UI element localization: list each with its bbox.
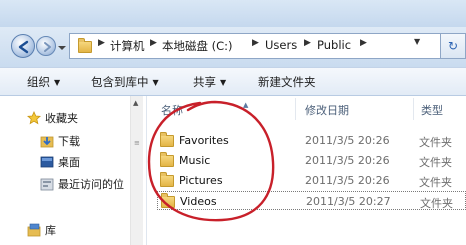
caret-down-icon: ▼ <box>152 78 159 87</box>
file-type: 文件夹 <box>419 136 452 149</box>
star-icon <box>27 111 41 125</box>
nav-item-label: 最近访问的位 <box>58 178 124 191</box>
nav-scrollbar[interactable]: ▲ ≡ <box>130 96 143 245</box>
file-name: Favorites <box>179 134 229 147</box>
arrow-right-icon <box>44 42 51 52</box>
scroll-up-icon[interactable]: ▲ <box>133 99 138 107</box>
file-date: 2011/3/5 20:26 <box>305 154 390 167</box>
file-type: 文件夹 <box>419 156 452 169</box>
downloads-folder-icon <box>40 136 54 148</box>
column-divider[interactable] <box>295 98 296 120</box>
forward-button[interactable] <box>36 36 56 56</box>
caret-down-icon: ▼ <box>54 78 61 87</box>
desktop-icon <box>40 156 54 168</box>
file-list-pane: 名称 ▲ 修改日期 类型 Favorites 2011/3/5 20:26 文件夹… <box>147 96 466 245</box>
scroll-grip-icon[interactable]: ≡ <box>134 140 140 148</box>
crumb-local-disk[interactable]: 本地磁盘 (C:) <box>162 38 233 54</box>
organize-label: 组织 <box>27 75 50 89</box>
nav-item-label: 下载 <box>58 135 80 148</box>
file-date: 2011/3/5 20:26 <box>305 134 390 147</box>
share-label: 共享 <box>193 75 216 89</box>
back-button[interactable] <box>11 34 35 58</box>
file-name: Videos <box>180 195 217 208</box>
chevron-right-icon[interactable]: ▶ <box>304 38 311 48</box>
crumb-computer[interactable]: 计算机 <box>110 38 145 54</box>
file-row[interactable]: Pictures 2011/3/5 20:26 文件夹 <box>157 171 466 190</box>
column-header-date[interactable]: 修改日期 <box>305 102 349 118</box>
file-name: Pictures <box>179 174 223 187</box>
address-bar-area: ▶ 计算机 ▶ 本地磁盘 (C:) ▶ Users ▶ Public ▶ ▼ ↻ <box>0 27 466 67</box>
folder-icon <box>160 132 174 147</box>
column-header-name[interactable]: 名称 ▲ <box>161 101 248 118</box>
nav-item-label: 收藏夹 <box>45 112 78 125</box>
file-type: 文件夹 <box>420 197 453 210</box>
column-header-type[interactable]: 类型 <box>421 102 443 118</box>
file-row[interactable]: Videos 2011/3/5 20:27 文件夹 <box>157 191 466 210</box>
folder-icon <box>161 193 175 208</box>
crumb-users[interactable]: Users <box>265 38 297 52</box>
caret-down-icon: ▼ <box>220 78 227 87</box>
chevron-right-icon[interactable]: ▶ <box>98 38 105 48</box>
share-menu[interactable]: 共享 ▼ <box>193 74 226 90</box>
sort-ascending-icon: ▲ <box>243 101 249 109</box>
navigation-pane: 收藏夹 下载 桌面 最近访问的位 库 ▲ ≡ <box>0 96 147 245</box>
file-date: 2011/3/5 20:26 <box>305 174 390 187</box>
recent-places-icon <box>40 178 54 191</box>
nav-item-label: 桌面 <box>58 156 80 169</box>
folder-icon <box>160 172 174 187</box>
library-icon <box>27 223 41 237</box>
address-field[interactable]: ▶ 计算机 ▶ 本地磁盘 (C:) ▶ Users ▶ Public ▶ <box>69 33 441 59</box>
window-frame-top <box>0 0 466 27</box>
include-library-label: 包含到库中 <box>91 75 149 89</box>
command-toolbar: 组织 ▼ 包含到库中 ▼ 共享 ▼ 新建文件夹 <box>0 67 466 96</box>
file-row[interactable]: Music 2011/3/5 20:26 文件夹 <box>157 151 466 170</box>
crumb-public[interactable]: Public <box>317 38 351 52</box>
file-row[interactable]: Favorites 2011/3/5 20:26 文件夹 <box>157 131 466 150</box>
folder-icon <box>160 152 174 167</box>
chevron-down-icon[interactable]: ▼ <box>414 37 420 46</box>
file-date: 2011/3/5 20:27 <box>306 195 391 208</box>
chevron-right-icon[interactable]: ▶ <box>150 38 157 48</box>
column-header-label: 名称 <box>161 104 183 117</box>
nav-item-label: 库 <box>45 224 56 237</box>
organize-menu[interactable]: 组织 ▼ <box>27 74 60 90</box>
history-dropdown-icon[interactable] <box>57 44 67 52</box>
explorer-window: ▶ 计算机 ▶ 本地磁盘 (C:) ▶ Users ▶ Public ▶ ▼ ↻… <box>0 0 466 245</box>
refresh-icon: ↻ <box>447 39 459 53</box>
chevron-right-icon[interactable]: ▶ <box>360 38 367 48</box>
refresh-button[interactable]: ↻ <box>441 33 466 59</box>
chevron-right-icon[interactable]: ▶ <box>252 38 259 48</box>
arrow-left-icon <box>18 40 29 54</box>
folder-icon <box>78 38 92 53</box>
column-divider[interactable] <box>413 98 414 120</box>
file-type: 文件夹 <box>419 176 452 189</box>
file-name: Music <box>179 154 211 167</box>
new-folder-button[interactable]: 新建文件夹 <box>258 74 316 90</box>
include-library-menu[interactable]: 包含到库中 ▼ <box>91 74 159 90</box>
